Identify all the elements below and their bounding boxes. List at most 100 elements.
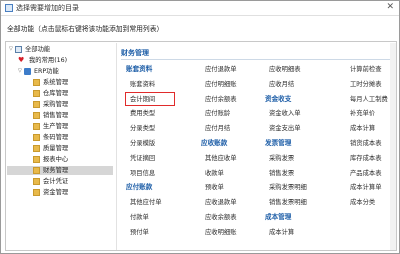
tree-module-item[interactable]: 会计凭证 bbox=[7, 177, 113, 186]
folder-icon bbox=[33, 112, 40, 119]
function-item[interactable]: 每月人工制费 bbox=[350, 95, 388, 104]
function-item[interactable]: 账套资料 bbox=[130, 80, 155, 89]
main-panel: ▽ 全部功能 ♥ 我的常用(16) ▽ ERP功能 系统管理仓库管理采购管理销售管理生… bbox=[5, 41, 397, 251]
function-item[interactable]: 应收月结 bbox=[269, 80, 294, 89]
tree-module-item[interactable]: 报表中心 bbox=[7, 155, 113, 164]
function-item[interactable]: 应收退款单 bbox=[205, 198, 236, 207]
tree-module-item[interactable]: 生产管理 bbox=[7, 122, 113, 131]
tree-module-label: 财务管理 bbox=[43, 167, 69, 174]
function-item[interactable]: 工时分摊表 bbox=[350, 80, 381, 89]
function-item[interactable]: 采购发票明细 bbox=[269, 183, 307, 192]
group-header: 发票管理 bbox=[265, 139, 292, 147]
tree-module-item[interactable]: 销售管理 bbox=[7, 111, 113, 120]
tree-module-label: 系统管理 bbox=[43, 79, 69, 86]
function-item[interactable]: 付款单 bbox=[130, 213, 149, 222]
function-item[interactable]: 预付单 bbox=[130, 228, 149, 237]
function-item[interactable]: 销货成本表 bbox=[350, 139, 381, 148]
function-item[interactable]: 补充单价 bbox=[350, 109, 375, 118]
pane-divider[interactable] bbox=[116, 43, 117, 250]
group-header: 资金收支 bbox=[265, 94, 292, 103]
function-item[interactable]: 资金收入单 bbox=[269, 109, 300, 118]
folder-icon bbox=[33, 145, 40, 152]
tree-module-item[interactable]: 财务管理 bbox=[7, 166, 113, 175]
group-header: 账套资料 bbox=[126, 65, 153, 73]
erp-icon bbox=[24, 68, 31, 75]
selection-highlight bbox=[125, 91, 175, 106]
folder-icon bbox=[33, 189, 40, 196]
function-item[interactable]: 应付月结 bbox=[205, 124, 230, 133]
function-item[interactable]: 产品成本表 bbox=[350, 169, 381, 178]
function-item[interactable]: 应付账龄 bbox=[205, 109, 230, 118]
function-item[interactable]: 成本分类 bbox=[350, 198, 375, 207]
function-item[interactable]: 销售发票明细 bbox=[269, 198, 307, 207]
close-icon[interactable]: ✕ bbox=[386, 2, 394, 12]
tree-module-label: 条码管理 bbox=[43, 134, 69, 141]
section-divider bbox=[121, 59, 395, 60]
tree-favorites[interactable]: ♥ 我的常用(16) bbox=[18, 56, 67, 65]
function-item[interactable]: 其他应付单 bbox=[130, 198, 161, 207]
function-item[interactable]: 成本计算单 bbox=[350, 183, 381, 192]
function-item[interactable]: 应收明细表 bbox=[269, 65, 300, 74]
computer-icon bbox=[15, 46, 22, 53]
function-item[interactable]: 销售发票 bbox=[269, 169, 294, 178]
tree-erp[interactable]: ▽ ERP功能 bbox=[18, 67, 59, 76]
function-item[interactable]: 其他应收单 bbox=[205, 154, 236, 163]
tree-module-label: 仓库管理 bbox=[43, 90, 69, 97]
folder-icon bbox=[33, 134, 40, 141]
tree-module-label: 资金管理 bbox=[43, 189, 69, 196]
tree-root[interactable]: ▽ 全部功能 bbox=[9, 45, 50, 54]
function-item[interactable]: 应付明细账 bbox=[205, 80, 236, 89]
function-item[interactable]: 库存成本表 bbox=[350, 154, 381, 163]
folder-icon bbox=[33, 156, 40, 163]
tree-module-item[interactable]: 仓库管理 bbox=[7, 89, 113, 98]
tree-erp-label: ERP功能 bbox=[34, 68, 59, 75]
app-icon bbox=[5, 4, 13, 12]
function-item[interactable]: 收款单 bbox=[205, 169, 224, 178]
function-item[interactable]: 分录类型 bbox=[130, 124, 155, 133]
folder-icon bbox=[33, 178, 40, 185]
function-item[interactable]: 应收余额表 bbox=[205, 213, 236, 222]
function-item[interactable]: 费用类型 bbox=[130, 109, 155, 118]
function-item[interactable]: 资金支出单 bbox=[269, 124, 300, 133]
group-header: 成本管理 bbox=[265, 213, 292, 221]
folder-icon bbox=[33, 79, 40, 86]
window-title: 选择需要增加的目录 bbox=[16, 4, 79, 12]
tree-root-label: 全部功能 bbox=[25, 46, 51, 53]
tree-module-label: 采购管理 bbox=[43, 101, 69, 108]
function-item[interactable]: 预收单 bbox=[205, 183, 224, 192]
function-item[interactable]: 计算前检查 bbox=[350, 65, 381, 74]
tree-module-item[interactable]: 条码管理 bbox=[7, 133, 113, 142]
tree-module-label: 销售管理 bbox=[43, 112, 69, 119]
function-item[interactable]: 应付退款单 bbox=[205, 65, 236, 74]
tree-module-label: 质量管理 bbox=[43, 145, 69, 152]
function-item[interactable]: 采购发票 bbox=[269, 154, 294, 163]
function-item[interactable]: 成本计算 bbox=[269, 228, 294, 237]
function-item[interactable]: 应付余额表 bbox=[205, 95, 236, 104]
tree-module-label: 报表中心 bbox=[43, 156, 69, 163]
hint-text: 全部功能（点击鼠标右键将该功能添加到常用列表） bbox=[7, 25, 164, 33]
group-header: 应付账款 bbox=[126, 183, 153, 192]
function-tree: ▽ 全部功能 ♥ 我的常用(16) ▽ ERP功能 系统管理仓库管理采购管理销售管理生… bbox=[7, 43, 114, 250]
section-title: 财务管理 bbox=[121, 49, 149, 57]
folder-icon bbox=[33, 123, 40, 130]
dialog-window: 选择需要增加的目录 ✕ 全部功能（点击鼠标右键将该功能添加到常用列表） ▽ 全部功… bbox=[0, 0, 400, 254]
tree-module-label: 生产管理 bbox=[43, 123, 69, 130]
tree-module-item[interactable]: 系统管理 bbox=[7, 78, 113, 87]
folder-icon bbox=[33, 167, 40, 174]
tree-favorites-label: 我的常用(16) bbox=[29, 57, 68, 64]
title-bar: 选择需要增加的目录 ✕ bbox=[1, 1, 399, 16]
tree-module-label: 会计凭证 bbox=[43, 178, 69, 185]
folder-icon bbox=[33, 101, 40, 108]
function-item[interactable]: 分录模版 bbox=[130, 139, 155, 148]
folder-icon bbox=[33, 90, 40, 97]
tree-module-item[interactable]: 采购管理 bbox=[7, 100, 113, 109]
function-item[interactable]: 成本计算 bbox=[350, 124, 375, 133]
tree-module-item[interactable]: 资金管理 bbox=[7, 188, 113, 197]
function-item[interactable]: 凭证摘回 bbox=[130, 154, 155, 163]
function-content: 财务管理 账套资料 账套资料 会计期间 费用类型 分录类型 分录模版 凭证摘回 项目信息 应付账… bbox=[118, 43, 396, 250]
vertical-scrollbar[interactable] bbox=[390, 43, 396, 250]
function-item[interactable]: 项目信息 bbox=[130, 169, 155, 178]
function-item[interactable]: 应收明细账 bbox=[205, 228, 236, 237]
group-header: 应收账款 bbox=[201, 139, 228, 147]
tree-module-item[interactable]: 质量管理 bbox=[7, 144, 113, 153]
